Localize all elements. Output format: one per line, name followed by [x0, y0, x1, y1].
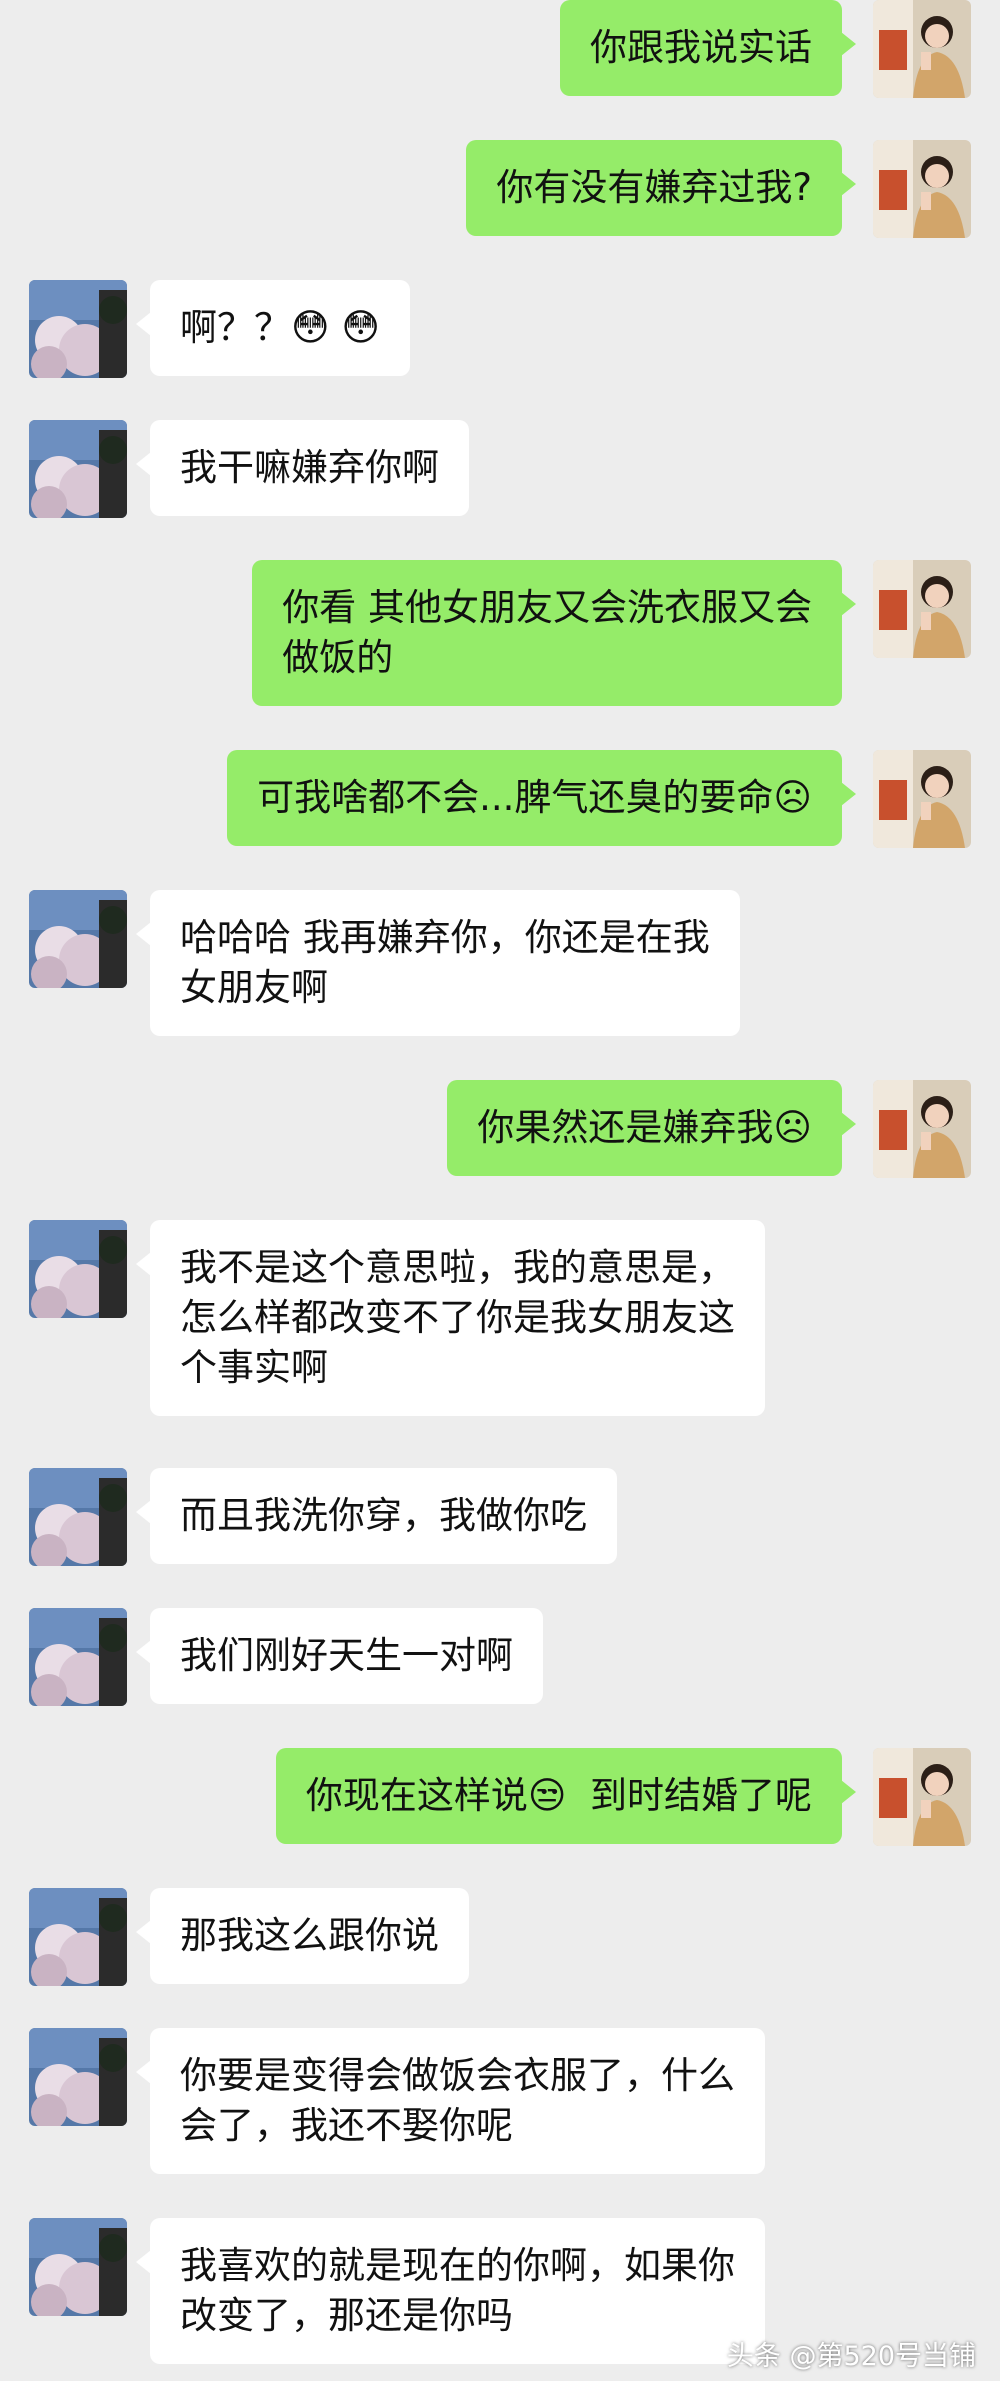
message-row: 我干嘛嫌弃你啊	[0, 420, 1000, 518]
incoming-message-bubble[interactable]: 我不是这个意思啦，我的意思是， 怎么样都改变不了你是我女朋友这 个事实啊	[136, 1220, 765, 1416]
message-row: 可我啥都不会...脾气还臭的要命☹	[0, 750, 1000, 848]
contact-avatar[interactable]	[29, 2218, 127, 2316]
incoming-message-bubble[interactable]: 啊？？😳 😳	[136, 280, 410, 376]
contact-avatar[interactable]	[29, 2028, 127, 2126]
outgoing-message-bubble[interactable]: 你看 其他女朋友又会洗衣服又会 做饭的	[252, 560, 856, 706]
message-row: 而且我洗你穿，我做你吃	[0, 1468, 1000, 1566]
message-row: 你要是变得会做饭会衣服了，什么 会了，我还不娶你呢	[0, 2028, 1000, 2178]
incoming-message-bubble[interactable]: 哈哈哈 我再嫌弃你，你还是在我 女朋友啊	[136, 890, 740, 1036]
message-row: 那我这么跟你说	[0, 1888, 1000, 1986]
sender-avatar[interactable]	[873, 1080, 971, 1178]
contact-avatar[interactable]	[29, 1220, 127, 1318]
incoming-message-bubble[interactable]: 你要是变得会做饭会衣服了，什么 会了，我还不娶你呢	[136, 2028, 765, 2174]
incoming-message-bubble[interactable]: 我干嘛嫌弃你啊	[136, 420, 469, 516]
incoming-message-bubble[interactable]: 我喜欢的就是现在的你啊，如果你 改变了，那还是你吗	[136, 2218, 765, 2364]
outgoing-message-bubble[interactable]: 你跟我说实话	[560, 0, 856, 96]
message-row: 你果然还是嫌弃我☹	[0, 1080, 1000, 1178]
message-row: 我不是这个意思啦，我的意思是， 怎么样都改变不了你是我女朋友这 个事实啊	[0, 1220, 1000, 1420]
watermark: 头条 @第520号当铺	[726, 2341, 976, 2372]
sender-avatar[interactable]	[873, 0, 971, 98]
contact-avatar[interactable]	[29, 1888, 127, 1986]
sender-avatar[interactable]	[873, 140, 971, 238]
contact-avatar[interactable]	[29, 1468, 127, 1566]
contact-avatar[interactable]	[29, 890, 127, 988]
incoming-message-bubble[interactable]: 我们刚好天生一对啊	[136, 1608, 543, 1704]
outgoing-message-bubble[interactable]: 你有没有嫌弃过我?	[466, 140, 856, 236]
sender-avatar[interactable]	[873, 1748, 971, 1846]
message-row: 我们刚好天生一对啊	[0, 1608, 1000, 1706]
contact-avatar[interactable]	[29, 420, 127, 518]
outgoing-message-bubble[interactable]: 你果然还是嫌弃我☹	[447, 1080, 856, 1176]
outgoing-message-bubble[interactable]: 你现在这样说😒 到时结婚了呢	[275, 1748, 857, 1844]
message-row: 你看 其他女朋友又会洗衣服又会 做饭的	[0, 560, 1000, 710]
incoming-message-bubble[interactable]: 而且我洗你穿，我做你吃	[136, 1468, 617, 1564]
sender-avatar[interactable]	[873, 560, 971, 658]
contact-avatar[interactable]	[29, 1608, 127, 1706]
message-row: 哈哈哈 我再嫌弃你，你还是在我 女朋友啊	[0, 890, 1000, 1040]
outgoing-message-bubble[interactable]: 可我啥都不会...脾气还臭的要命☹	[227, 750, 856, 846]
message-row: 你有没有嫌弃过我?	[0, 140, 1000, 238]
message-row: 你现在这样说😒 到时结婚了呢	[0, 1748, 1000, 1846]
contact-avatar[interactable]	[29, 280, 127, 378]
sender-avatar[interactable]	[873, 750, 971, 848]
message-row: 啊？？😳 😳	[0, 280, 1000, 378]
message-row: 你跟我说实话	[0, 0, 1000, 98]
incoming-message-bubble[interactable]: 那我这么跟你说	[136, 1888, 469, 1984]
